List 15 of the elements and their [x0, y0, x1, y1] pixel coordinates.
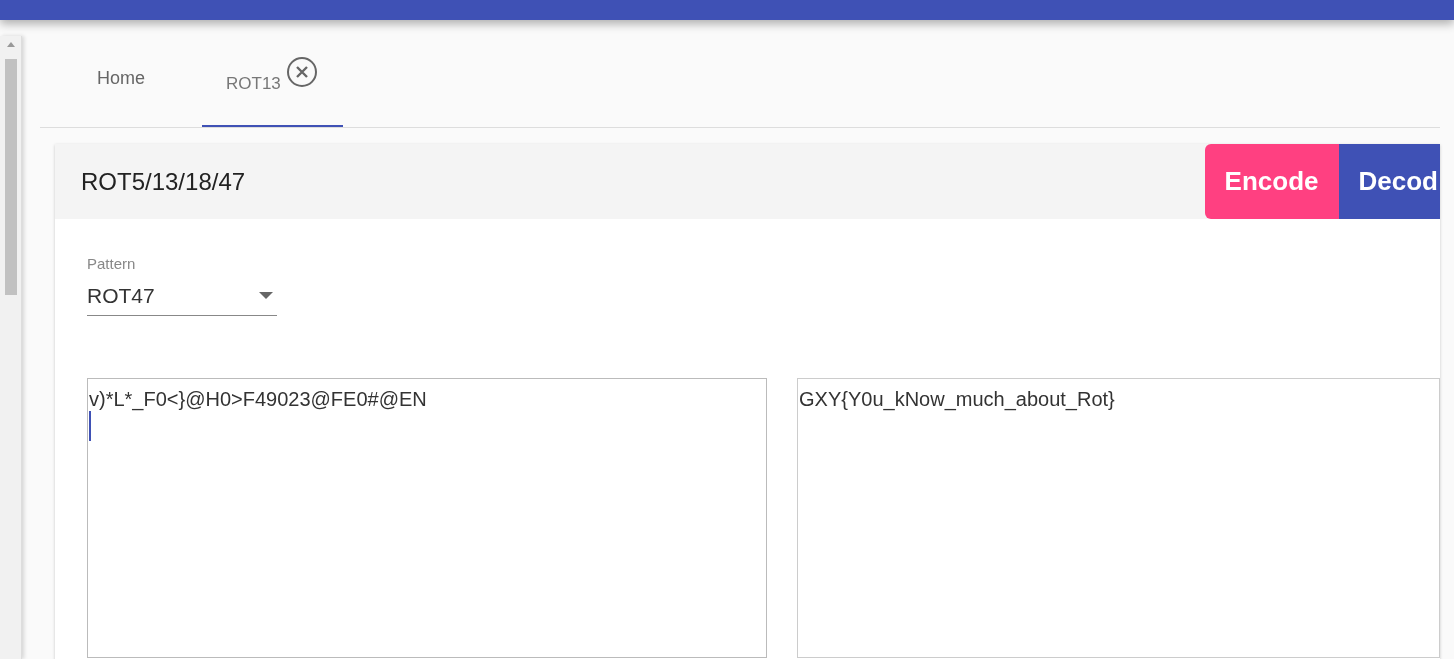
scroll-thumb[interactable]	[4, 59, 17, 295]
action-button[interactable]: Decod	[1338, 144, 1440, 219]
close-icon[interactable]	[284, 54, 319, 89]
tab[interactable]: ROT13	[202, 36, 343, 127]
tab[interactable]: Home	[40, 36, 202, 127]
text-cursor	[89, 411, 91, 441]
pattern-select[interactable]: Pattern ROT47	[87, 253, 277, 316]
field-label: Pattern	[87, 254, 137, 274]
scrollbar[interactable]	[0, 36, 22, 659]
card-title: ROT5/13/18/47	[80, 166, 246, 197]
text-area[interactable]: v)*L*_F0<}@H0>F49023@FE0#@EN	[87, 378, 767, 658]
select-value: ROT47	[87, 282, 155, 309]
text-area[interactable]: GXY{Y0u_kNow_much_about_Rot}	[797, 378, 1440, 658]
scroll-up-icon[interactable]	[6, 42, 15, 47]
dropdown-icon	[259, 291, 273, 299]
